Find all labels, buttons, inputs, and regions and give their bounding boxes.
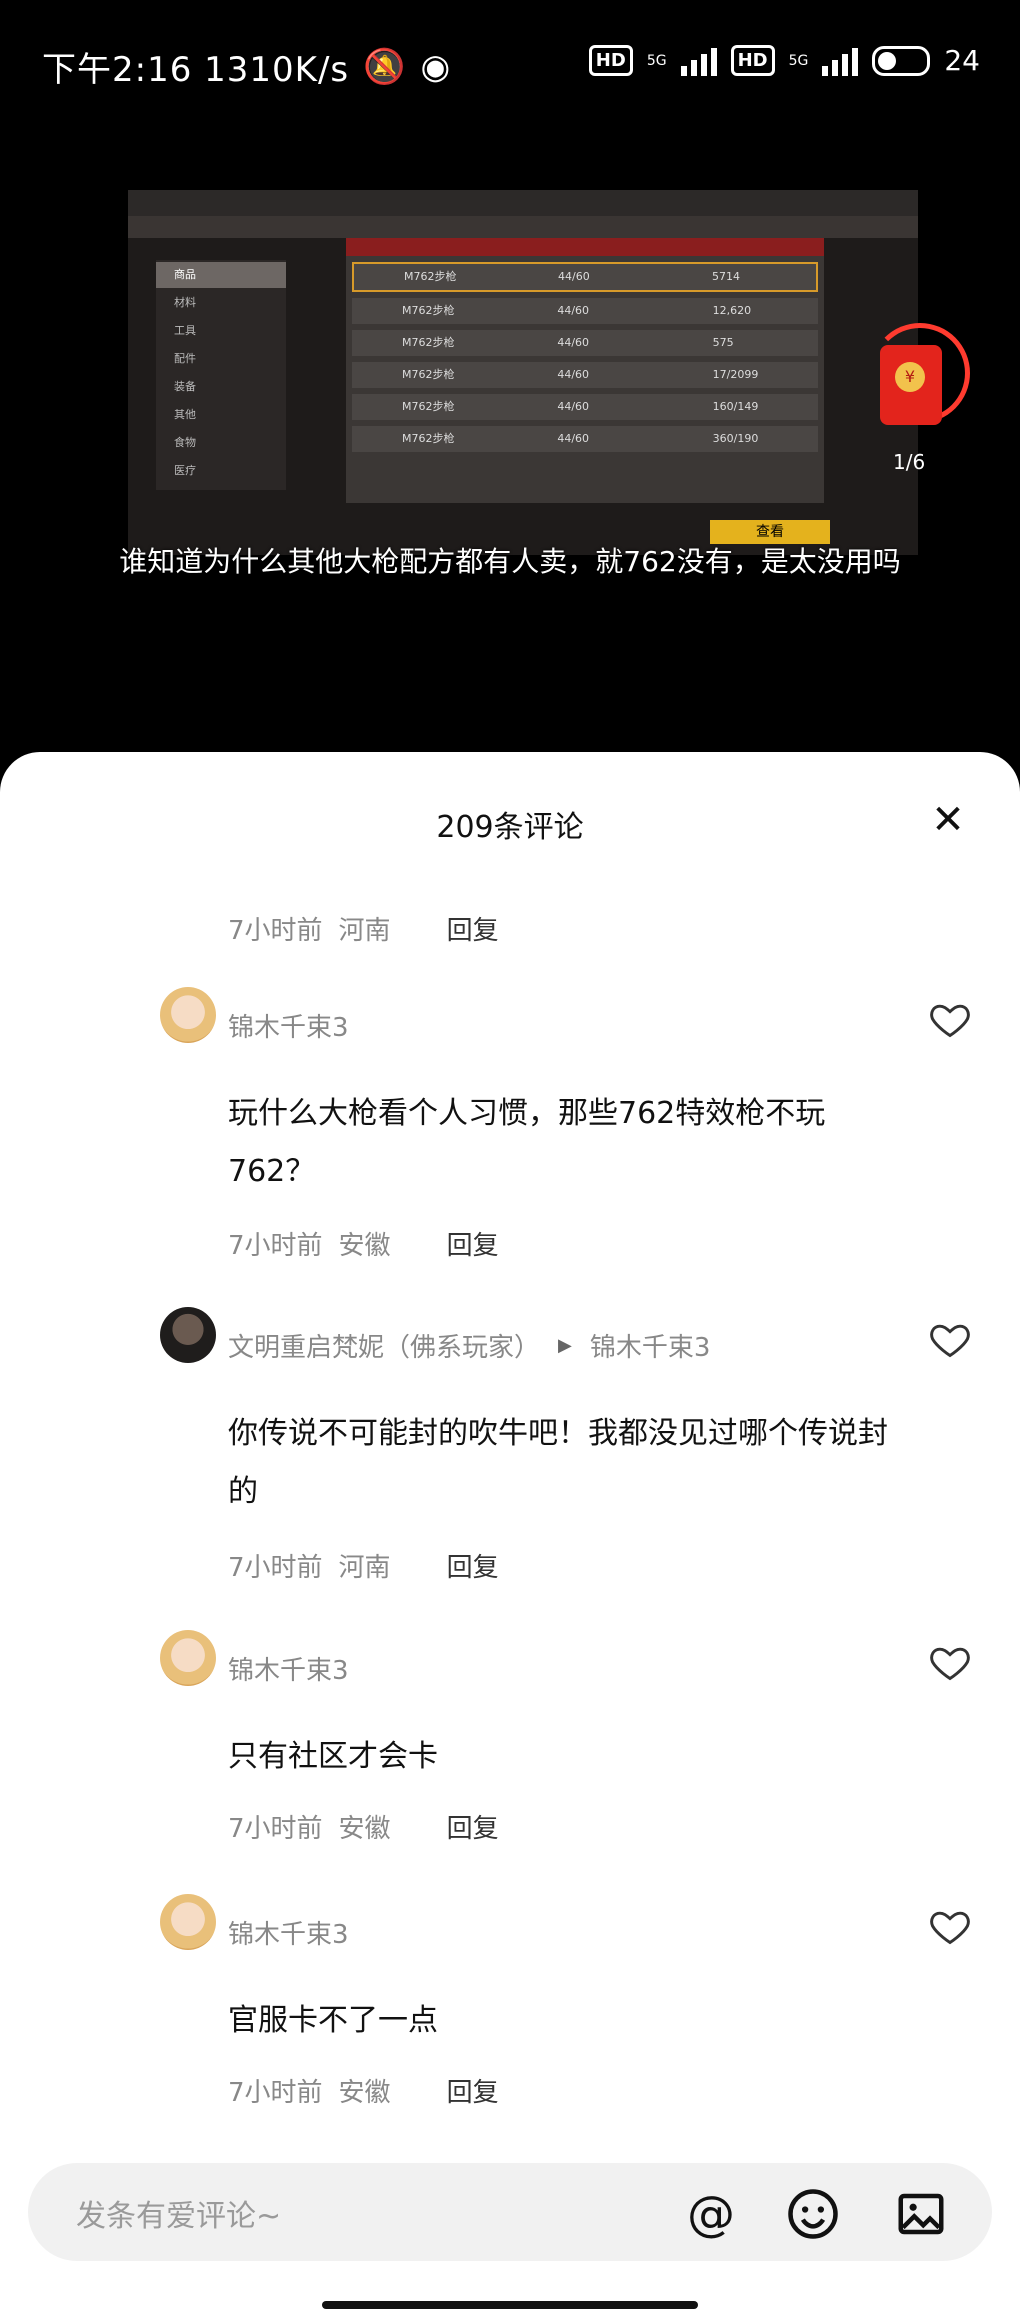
red-packet-count: 1/6 [893,450,926,474]
game-side-item: 材料 [174,296,196,309]
home-indicator[interactable] [322,2301,698,2309]
heart-icon[interactable] [928,997,972,1041]
close-icon[interactable]: ✕ [926,798,970,842]
game-side-item: 工具 [174,324,196,337]
image-icon[interactable] [894,2187,948,2241]
status-bar: 下午2:16 1310K/s 🔕 ◉ HD 5G HD 5G 24 [0,0,1020,130]
game-side-item: 商品 [156,262,286,288]
comment-time: 7小时前 [228,2078,323,2108]
comment-sheet: 209条评论 ✕ 7小时前 河南 回复 锦木千束3 玩什么大枪看个人习惯，那些7… [0,752,1020,2323]
comment-location: 河南 [338,1553,391,1583]
game-sidebar: 商品 材料 工具 配件 装备 其他 食物 医疗 [156,260,286,490]
comment-meta: 7小时前 河南 回复 [228,1547,499,1584]
comment-count-title: 209条评论 [436,810,584,845]
comment-input-placeholder[interactable]: 发条有爱评论~ [76,2191,281,2235]
comment-time: 7小时前 [228,1814,323,1844]
heart-icon[interactable] [928,1317,972,1361]
status-right: HD 5G HD 5G 24 [588,44,980,77]
battery-icon [872,45,931,76]
comment-meta: 7小时前 安徽 回复 [228,1808,499,1845]
game-row: M762步枪 44/60 12,620 [352,298,818,324]
status-left: 下午2:16 1310K/s 🔕 ◉ [42,42,451,91]
game-row: M762步枪 44/60 575 [352,330,818,356]
network-label-1: 5G [646,52,667,69]
comment-user[interactable]: 锦木千束3 [228,1914,349,1951]
hd-badge-1: HD [588,45,633,76]
game-row: M762步枪 44/60 17/2099 [352,362,818,388]
comment-location: 河南 [338,916,391,946]
comment-text: 只有社区才会卡 [228,1739,438,1774]
network-label-2: 5G [788,52,809,69]
comment-location: 安徽 [338,1814,391,1844]
coin-icon: ¥ [895,362,925,392]
battery-level: 24 [944,44,980,77]
game-top-bar [128,190,918,216]
time-speed: 下午2:16 1310K/s [42,50,350,90]
avatar[interactable] [160,1307,216,1363]
comment-time: 7小时前 [228,1231,323,1261]
comment-text: 玩什么大枪看个人习惯，那些762特效枪不玩762？ [228,1096,826,1189]
reply-button[interactable]: 回复 [447,2072,499,2109]
reply-button[interactable]: 回复 [447,1808,499,1845]
hd-badge-2: HD [730,45,775,76]
comment-input-bar[interactable]: 发条有爱评论~ @ [28,2163,992,2261]
game-side-item: 其他 [174,408,196,421]
avatar[interactable] [160,1630,216,1686]
avatar[interactable] [160,1894,216,1950]
game-side-item: 配件 [174,352,196,365]
game-side-item: 医疗 [174,464,196,477]
game-table-header [346,238,824,256]
comment-location: 安徽 [338,1231,391,1261]
reply-arrow-icon: ▶ [558,1335,572,1356]
comment-time: 7小时前 [228,916,323,946]
comment-text: 你传说不可能封的吹牛吧！我都没见过哪个传说封的 [228,1416,888,1509]
comment-user[interactable]: 文明重启梵妮（佛系玩家） ▶ 锦木千束3 [228,1327,710,1364]
game-row: M762步枪 44/60 360/190 [352,426,818,452]
game-side-item: 装备 [174,380,196,393]
username[interactable]: 文明重启梵妮（佛系玩家） [228,1327,540,1364]
reply-button[interactable]: 回复 [447,1225,499,1262]
comment-time: 7小时前 [228,1553,323,1583]
reply-to-username[interactable]: 锦木千束3 [590,1327,711,1364]
reply-button[interactable]: 回复 [447,1547,499,1584]
comment-meta: 7小时前 安徽 回复 [228,2072,499,2109]
game-tabs [128,216,918,238]
comment-user[interactable]: 锦木千束3 [228,1650,349,1687]
comment-text: 官服卡不了一点 [228,2003,438,2038]
heart-icon[interactable] [928,1904,972,1948]
username[interactable]: 锦木千束3 [228,1650,349,1687]
signal-icon-1 [680,46,717,76]
comment-location: 安徽 [338,2078,391,2108]
video-subtitle: 谁知道为什么其他大枪配方都有人卖，就762没有，是太没用吗 [119,545,901,578]
mute-bell-icon: 🔕 [363,46,407,87]
comment-meta: 7小时前 河南 回复 [228,910,499,947]
username[interactable]: 锦木千束3 [228,1914,349,1951]
reply-button[interactable]: 回复 [447,910,499,947]
comment-meta: 7小时前 安徽 回复 [228,1225,499,1262]
comment-user[interactable]: 锦木千束3 [228,1007,349,1044]
game-market-table: M762步枪 44/60 5714 M762步枪 44/60 12,620 M762步枪… [346,238,824,503]
emoji-icon[interactable] [786,2187,840,2241]
game-row: M762步枪 44/60 5714 [352,262,818,292]
video-player[interactable]: 商品 材料 工具 配件 装备 其他 食物 医疗 M762步枪 44/60 5714 … [128,190,918,555]
signal-icon-2 [822,46,859,76]
game-side-item: 食物 [174,436,196,449]
heart-icon[interactable] [928,1640,972,1684]
at-icon[interactable]: @ [684,2187,738,2241]
avatar[interactable] [160,987,216,1043]
record-icon: ◉ [420,46,452,87]
username[interactable]: 锦木千束3 [228,1007,349,1044]
game-row: M762步枪 44/60 160/149 [352,394,818,420]
